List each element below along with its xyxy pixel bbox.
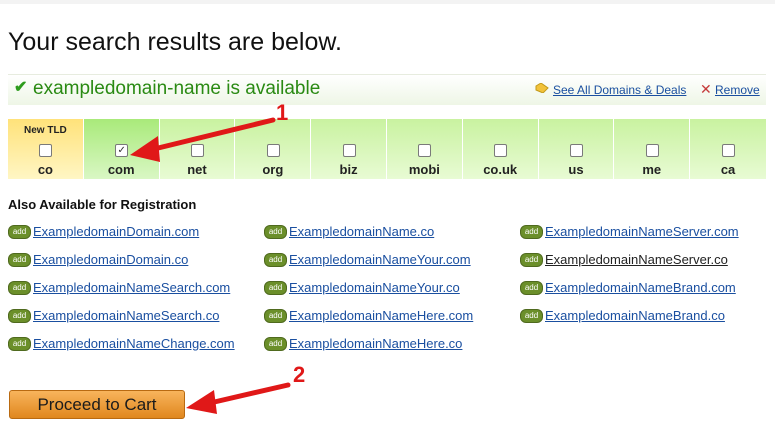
add-icon[interactable]: add — [264, 337, 287, 351]
annotation-arrow-2 — [186, 382, 291, 414]
add-icon[interactable]: add — [520, 281, 543, 295]
tld-label: mobi — [408, 162, 440, 177]
tld-checkbox-net[interactable] — [190, 144, 204, 157]
tld-checkbox-co-uk[interactable] — [494, 144, 508, 157]
domain-link[interactable]: ExampledomainNameServer.com — [545, 224, 739, 239]
tld-label: com — [107, 162, 135, 177]
tld-label: biz — [339, 162, 358, 177]
tld-cell-org[interactable]: org — [235, 119, 312, 179]
domain-link[interactable]: ExampledomainDomain.co — [33, 252, 188, 267]
add-icon[interactable]: add — [264, 309, 287, 323]
add-icon[interactable]: add — [8, 225, 31, 239]
tld-cell-net[interactable]: net — [159, 119, 236, 179]
tld-label: us — [568, 162, 584, 177]
tld-cell-ca[interactable]: ca — [690, 119, 766, 179]
page-title: Your search results are below. — [8, 28, 342, 56]
list-item: add ExampledomainNameYour.com — [264, 252, 514, 280]
suggestions-column: add ExampledomainName.co add Exampledomain… — [264, 224, 514, 364]
list-item: add ExampledomainName.co — [264, 224, 514, 252]
tld-cell-mobi[interactable]: mobi — [386, 119, 463, 179]
tld-label: me — [642, 162, 662, 177]
tld-checkbox-me[interactable] — [645, 144, 659, 157]
suggestions-column: add ExampledomainNameServer.com add Exampl… — [520, 224, 770, 336]
domain-link[interactable]: ExampledomainDomain.com — [33, 224, 199, 239]
tag-icon — [535, 83, 549, 93]
list-item: add ExampledomainDomain.co — [8, 252, 258, 280]
tld-label: co.uk — [483, 162, 518, 177]
availability-bar: ✔ exampledomain-name is available See Al… — [8, 74, 766, 105]
tld-checkbox-biz[interactable] — [342, 144, 356, 157]
list-item: add ExampledomainNameYour.co — [264, 280, 514, 308]
add-icon[interactable]: add — [8, 253, 31, 267]
add-icon[interactable]: add — [520, 225, 543, 239]
tld-checkbox-co[interactable] — [39, 144, 53, 157]
list-item: add ExampledomainNameSearch.co — [8, 308, 258, 336]
tld-cell-com[interactable]: ✓ com — [83, 119, 160, 179]
new-tld-badge: New TLD — [24, 125, 67, 136]
tld-label: ca — [720, 162, 736, 177]
remove-icon[interactable]: ✕ — [700, 81, 712, 98]
domain-link[interactable]: ExampledomainNameHere.com — [289, 308, 473, 323]
also-available-heading: Also Available for Registration — [8, 197, 197, 212]
remove-link[interactable]: Remove — [715, 83, 760, 97]
list-item: add ExampledomainNameServer.com — [520, 224, 770, 252]
check-icon: ✔ — [14, 79, 28, 96]
tld-checkbox-mobi[interactable] — [418, 144, 432, 157]
domain-link[interactable]: ExampledomainNameHere.co — [289, 336, 462, 351]
add-icon[interactable]: add — [520, 309, 543, 323]
tld-checkbox-org[interactable] — [266, 144, 280, 157]
annotation-number-1: 1 — [276, 100, 289, 125]
add-icon[interactable]: add — [8, 309, 31, 323]
domain-link[interactable]: ExampledomainNameServer.co — [545, 252, 728, 267]
domain-link[interactable]: ExampledomainNameChange.com — [33, 336, 235, 351]
add-icon[interactable]: add — [520, 253, 543, 267]
list-item: add ExampledomainNameSearch.com — [8, 280, 258, 308]
add-icon[interactable]: add — [264, 225, 287, 239]
tld-checkbox-us[interactable] — [569, 144, 583, 157]
suggestions-column: add ExampledomainDomain.com add Exampledom… — [8, 224, 258, 364]
tld-cell-co[interactable]: New TLD co — [8, 119, 84, 179]
list-item: add ExampledomainNameBrand.co — [520, 308, 770, 336]
tld-label: net — [187, 162, 207, 177]
add-icon[interactable]: add — [8, 337, 31, 351]
tld-cell-biz[interactable]: biz — [311, 119, 387, 179]
list-item: add ExampledomainNameServer.co — [520, 252, 770, 280]
domain-link[interactable]: ExampledomainNameSearch.com — [33, 280, 230, 295]
add-icon[interactable]: add — [8, 281, 31, 295]
domain-link[interactable]: ExampledomainNameYour.co — [289, 280, 460, 295]
list-item: add ExampledomainDomain.com — [8, 224, 258, 252]
tld-cell-me[interactable]: me — [614, 119, 691, 179]
domain-link[interactable]: ExampledomainName.co — [289, 224, 434, 239]
list-item: add ExampledomainNameHere.co — [264, 336, 514, 364]
domain-link[interactable]: ExampledomainNameYour.com — [289, 252, 471, 267]
tld-label: co — [37, 162, 53, 177]
tld-selector: New TLD co ✓ com net org biz mobi co.uk … — [8, 119, 766, 179]
add-icon[interactable]: add — [264, 281, 287, 295]
tld-cell-co-uk[interactable]: co.uk — [462, 119, 539, 179]
domain-link[interactable]: ExampledomainNameBrand.com — [545, 280, 736, 295]
tld-label: org — [262, 162, 284, 177]
tld-cell-us[interactable]: us — [538, 119, 615, 179]
add-icon[interactable]: add — [264, 253, 287, 267]
annotation-number-2: 2 — [293, 362, 306, 387]
top-divider — [0, 0, 775, 4]
suggestions-grid: add ExampledomainDomain.com add Exampledom… — [8, 224, 768, 364]
proceed-to-cart-button[interactable]: Proceed to Cart — [9, 390, 185, 419]
domain-link[interactable]: ExampledomainNameSearch.co — [33, 308, 219, 323]
tld-checkbox-com[interactable]: ✓ — [115, 144, 129, 157]
list-item: add ExampledomainNameHere.com — [264, 308, 514, 336]
availability-text: exampledomain-name is available — [33, 78, 321, 99]
domain-link[interactable]: ExampledomainNameBrand.co — [545, 308, 725, 323]
list-item: add ExampledomainNameChange.com — [8, 336, 258, 364]
list-item: add ExampledomainNameBrand.com — [520, 280, 770, 308]
see-all-deals-link[interactable]: See All Domains & Deals — [553, 83, 686, 97]
tld-checkbox-ca[interactable] — [722, 144, 736, 157]
